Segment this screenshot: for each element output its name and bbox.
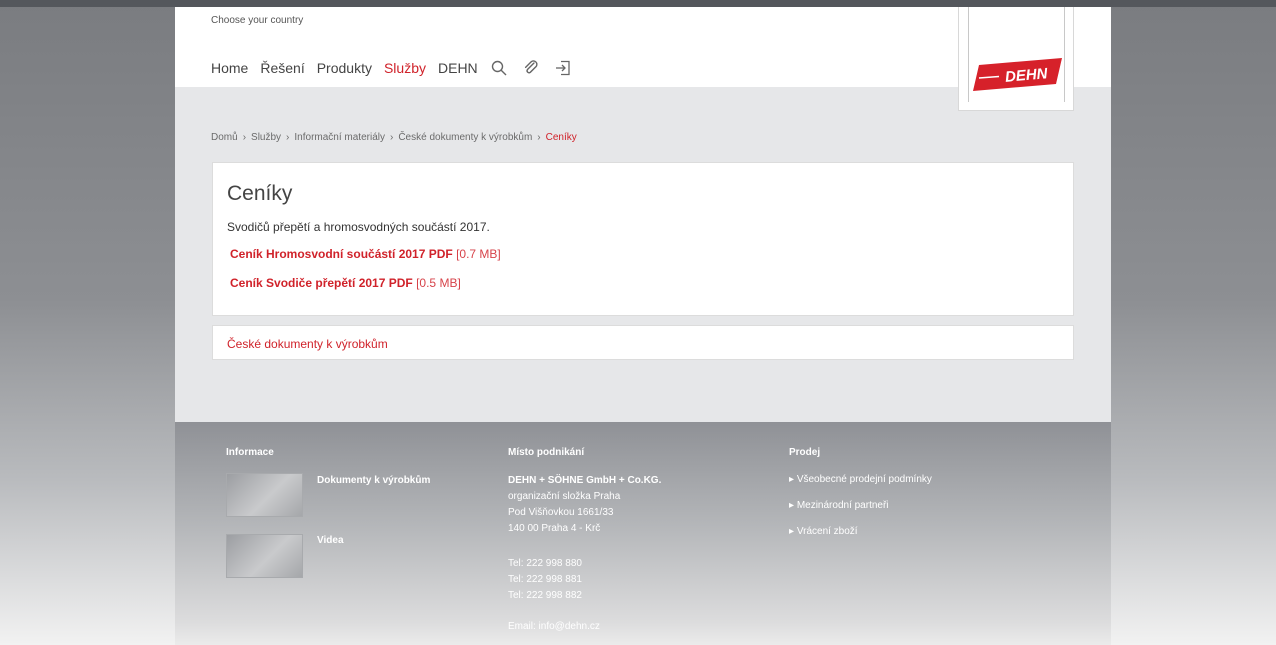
document-size: [0.5 MB] (416, 276, 461, 290)
nav-produkty[interactable]: Produkty (317, 60, 372, 76)
videos-thumbnail[interactable] (226, 534, 303, 578)
login-icon[interactable] (554, 59, 572, 77)
paperclip-icon[interactable] (522, 59, 540, 77)
search-icon[interactable] (490, 59, 508, 77)
address-line: Pod Višňovkou 1661/33 (508, 507, 614, 518)
footer-link-label: Mezinárodní partneři (796, 500, 889, 511)
footer-link-partners[interactable]: ▸ Mezinárodní partneři (789, 500, 889, 511)
choose-country-link[interactable]: Choose your country (211, 15, 303, 26)
dehn-logo[interactable]: DEHN (958, 7, 1074, 111)
page-description: Svodičů přepětí a hromosvodných součástí… (227, 220, 490, 234)
document-size: [0.7 MB] (456, 247, 501, 261)
triangle-right-icon: ▸ (789, 526, 797, 537)
breadcrumb-home[interactable]: Domů (211, 132, 238, 143)
document-link[interactable]: Ceník Hromosvodní součástí 2017 PDF [0.7… (230, 247, 501, 261)
main-nav: Home Řešení Produkty Služby DEHN (211, 59, 586, 77)
breadcrumb-informacni-materialy[interactable]: Informační materiály (294, 132, 385, 143)
footer-heading-info: Informace (226, 447, 274, 458)
company-name: DEHN + SÖHNE GmbH + Co.KG. (508, 475, 662, 486)
related-documents-box: České dokumenty k výrobkům (212, 325, 1074, 360)
phone-number[interactable]: Tel: 222 998 881 (508, 572, 582, 588)
breadcrumb-sluzby[interactable]: Služby (251, 132, 281, 143)
footer-link-returns[interactable]: ▸ Vrácení zboží (789, 526, 858, 537)
document-name[interactable]: Ceník Svodiče přepětí 2017 PDF (230, 276, 413, 290)
content-card: Ceníky Svodičů přepětí a hromosvodných s… (212, 162, 1074, 316)
breadcrumb-ceske-dokumenty[interactable]: České dokumenty k výrobkům (398, 132, 532, 143)
nav-reseni[interactable]: Řešení (260, 60, 304, 76)
phone-number[interactable]: Tel: 222 998 880 (508, 556, 582, 572)
breadcrumb-separator: › (389, 132, 394, 143)
footer-link-sales-terms[interactable]: ▸ Všeobecné prodejní podmínky (789, 474, 932, 485)
footer-link-label: Všeobecné prodejní podmínky (796, 474, 932, 485)
breadcrumb-current: Ceníky (545, 132, 577, 143)
page-container: Choose your country Home Řešení Produkty… (175, 7, 1111, 645)
related-documents-link[interactable]: České dokumenty k výrobkům (227, 337, 388, 351)
breadcrumb-separator: › (242, 132, 247, 143)
breadcrumb-separator: › (537, 132, 541, 143)
nav-sluzby[interactable]: Služby (384, 60, 426, 76)
business-email[interactable]: Email: info@dehn.cz (508, 619, 600, 635)
address-line: organizační složka Praha (508, 491, 621, 502)
document-link[interactable]: Ceník Svodiče přepětí 2017 PDF [0.5 MB] (230, 276, 461, 290)
nav-home[interactable]: Home (211, 60, 248, 76)
triangle-right-icon: ▸ (789, 474, 797, 485)
documents-thumbnail[interactable] (226, 473, 303, 517)
nav-dehn[interactable]: DEHN (438, 60, 478, 76)
dehn-logo-mark (973, 58, 1062, 91)
phone-number[interactable]: Tel: 222 998 882 (508, 588, 582, 604)
document-name[interactable]: Ceník Hromosvodní součástí 2017 PDF (230, 247, 453, 261)
footer-link-label: Vrácení zboží (796, 526, 858, 537)
footer-link-documents[interactable]: Dokumenty k výrobkům (317, 475, 430, 486)
footer-heading-business: Místo podnikání (508, 447, 585, 458)
footer-link-videos[interactable]: Videa (317, 535, 344, 546)
breadcrumb: Domů › Služby › Informační materiály › Č… (211, 132, 577, 143)
site-footer: Informace Dokumenty k výrobkům Videa Mís… (175, 422, 1111, 645)
browser-top-bar (0, 0, 1276, 7)
breadcrumb-separator: › (286, 132, 290, 143)
page-title: Ceníky (227, 182, 293, 205)
business-address: DEHN + SÖHNE GmbH + Co.KG. organizační s… (508, 473, 661, 537)
business-phones: Tel: 222 998 880 Tel: 222 998 881 Tel: 2… (508, 556, 582, 604)
triangle-right-icon: ▸ (789, 500, 797, 511)
footer-heading-sales: Prodej (789, 447, 821, 458)
address-line: 140 00 Praha 4 - Krč (508, 523, 601, 534)
